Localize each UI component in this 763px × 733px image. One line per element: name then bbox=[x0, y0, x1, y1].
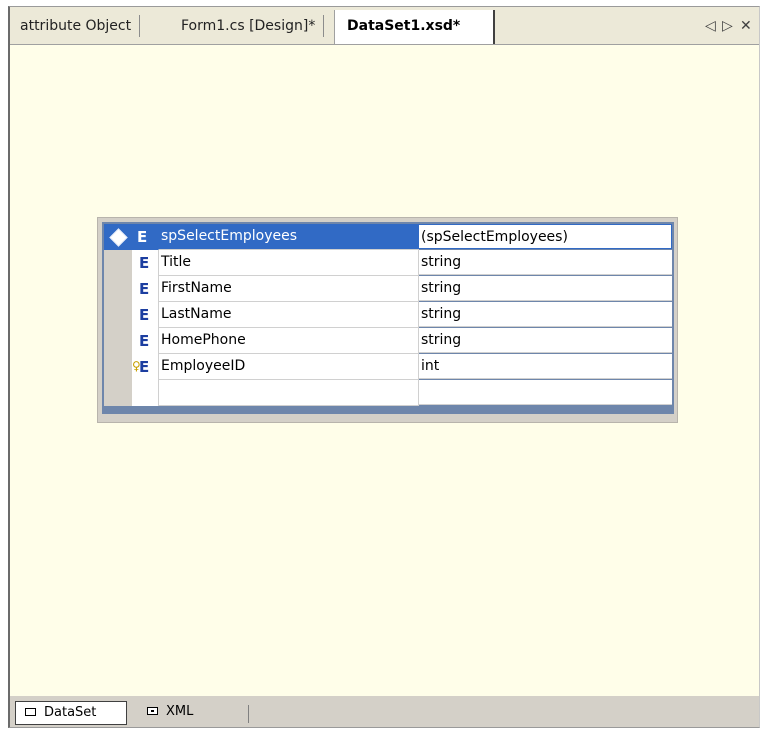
tab-attribute-object[interactable]: attribute Object bbox=[20, 15, 141, 37]
element-e-icon: E bbox=[139, 280, 150, 298]
view-switcher-bar: DataSet XML bbox=[10, 696, 759, 727]
row-selector[interactable] bbox=[104, 302, 132, 328]
element-name-cell[interactable]: EmployeeID bbox=[158, 354, 419, 380]
divider bbox=[248, 705, 249, 723]
element-type-cell: E bbox=[132, 276, 158, 302]
element-type-name-cell[interactable]: int bbox=[418, 354, 672, 379]
element-type-name-cell[interactable]: string bbox=[418, 250, 672, 275]
element-name-cell[interactable]: HomePhone bbox=[158, 328, 419, 354]
xml-view-button[interactable]: XML bbox=[138, 701, 218, 725]
element-name-cell[interactable]: FirstName bbox=[158, 276, 419, 302]
element-type-name-cell[interactable]: string bbox=[418, 328, 672, 353]
element-table[interactable]: E spSelectEmployees (spSelectEmployees) … bbox=[97, 217, 678, 423]
row-selector[interactable] bbox=[104, 380, 132, 406]
element-e-icon: E bbox=[139, 254, 150, 272]
element-name-cell[interactable]: spSelectEmployees bbox=[158, 224, 419, 250]
element-type-cell: E bbox=[132, 224, 158, 250]
table-row[interactable]: E HomePhone string bbox=[104, 328, 672, 354]
complex-type-diamond-icon bbox=[109, 228, 128, 247]
row-selector[interactable] bbox=[104, 276, 132, 302]
table-row[interactable]: ♀ E EmployeeID int bbox=[104, 354, 672, 380]
designer-window: attribute Object Form1.cs [Design]* Data… bbox=[8, 6, 760, 728]
element-name-cell[interactable] bbox=[158, 380, 419, 406]
scroll-tabs-right-icon[interactable]: ▷ bbox=[722, 16, 733, 36]
row-selector[interactable] bbox=[104, 328, 132, 354]
scroll-tabs-left-icon[interactable]: ◁ bbox=[705, 16, 716, 36]
element-header-row[interactable]: E spSelectEmployees (spSelectEmployees) bbox=[104, 224, 672, 250]
row-selector[interactable] bbox=[104, 354, 132, 380]
element-e-icon: E bbox=[139, 358, 150, 376]
xml-view-icon bbox=[147, 707, 158, 715]
element-name-cell[interactable]: LastName bbox=[158, 302, 419, 328]
tab-dataset1-xsd[interactable]: DataSet1.xsd* bbox=[334, 10, 495, 44]
element-name-cell[interactable]: Title bbox=[158, 250, 419, 276]
dataset-view-icon bbox=[25, 708, 36, 716]
element-e-icon: E bbox=[139, 332, 150, 350]
element-e-icon: E bbox=[139, 306, 150, 324]
dataset-view-button[interactable]: DataSet bbox=[15, 701, 127, 725]
row-selector[interactable] bbox=[104, 250, 132, 276]
element-type-name-cell[interactable]: string bbox=[418, 302, 672, 327]
element-type-name-cell[interactable] bbox=[418, 380, 672, 405]
document-tab-bar: attribute Object Form1.cs [Design]* Data… bbox=[10, 7, 759, 45]
element-grid: E spSelectEmployees (spSelectEmployees) … bbox=[102, 222, 674, 414]
dataset-view-label: DataSet bbox=[44, 705, 97, 720]
schema-design-surface[interactable]: E spSelectEmployees (spSelectEmployees) … bbox=[10, 45, 759, 696]
element-type-cell: E bbox=[132, 328, 158, 354]
element-e-icon: E bbox=[137, 228, 148, 246]
element-type-cell: E bbox=[132, 250, 158, 276]
element-type-cell: ♀ E bbox=[132, 354, 158, 380]
element-type-cell bbox=[132, 380, 158, 406]
tab-form1-design[interactable]: Form1.cs [Design]* bbox=[181, 15, 325, 37]
table-row[interactable]: E LastName string bbox=[104, 302, 672, 328]
element-type-name-cell[interactable]: (spSelectEmployees) bbox=[418, 224, 672, 249]
row-selector[interactable] bbox=[104, 224, 132, 250]
table-row[interactable]: E FirstName string bbox=[104, 276, 672, 302]
table-row-new[interactable] bbox=[104, 380, 672, 406]
element-type-cell: E bbox=[132, 302, 158, 328]
close-tab-icon[interactable]: ✕ bbox=[740, 16, 752, 36]
table-row[interactable]: E Title string bbox=[104, 250, 672, 276]
xml-view-label: XML bbox=[166, 704, 194, 719]
element-type-name-cell[interactable]: string bbox=[418, 276, 672, 301]
